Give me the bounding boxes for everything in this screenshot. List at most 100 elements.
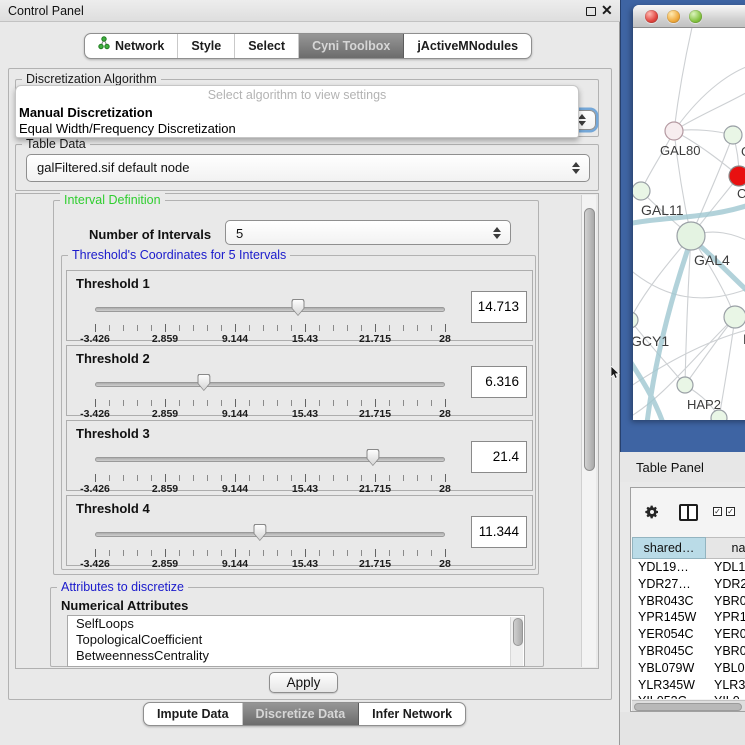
close-traffic-light-icon[interactable] [645,10,658,23]
column-header-name[interactable]: na [706,537,745,559]
major-tick [375,474,376,482]
network-icon [98,34,110,58]
node-label-gal11: GAL11 [641,202,684,218]
network-window-titlebar[interactable] [633,5,745,28]
attributes-list[interactable]: SelfLoops TopologicalCoefficient Between… [67,615,525,667]
tab-cyni-toolbox[interactable]: Cyni Toolbox [299,34,404,58]
table-row[interactable]: YDR27… YDR2 [632,576,745,593]
table-row[interactable]: YBL079W YBL0 [632,660,745,677]
slider-track[interactable] [95,307,445,312]
table-panel: ✓ ✓ shared… na YDL19… YDL1 YDR27… YDR2 Y… [630,487,745,712]
tab-infer-network[interactable]: Infer Network [359,703,465,725]
threshold-label: Threshold 4 [76,501,150,516]
table-row[interactable]: YBR043C YBR0 [632,593,745,610]
panel-scrollbar[interactable] [581,195,596,667]
dropdown-option-manual[interactable]: Manual Discretization [19,105,153,120]
major-tick [165,474,166,482]
slider-track[interactable] [95,457,445,462]
network-window: GAL80 GA C GAL11 GAL4 H GCY1 HAP2 [633,5,745,420]
table-body[interactable]: YDL19… YDL1 YDR27… YDR2 YBR043C YBR0 YPR… [632,559,745,699]
checkbox-icon[interactable]: ✓ [726,507,735,516]
axis-label: 9.144 [222,558,248,570]
tab-impute-data[interactable]: Impute Data [144,703,243,725]
threshold-slider[interactable]: -3.4262.8599.14415.4321.71528 [95,447,445,492]
table-data-combobox[interactable]: galFiltered.sif default node [26,154,590,182]
scrollbar-thumb[interactable] [634,703,742,711]
threshold-slider[interactable]: -3.4262.8599.14415.4321.71528 [95,297,445,342]
table-row[interactable]: YIL052C YIL0 [632,693,745,699]
close-icon[interactable]: ✕ [601,2,613,19]
major-tick [95,324,96,332]
network-canvas[interactable]: GAL80 GA C GAL11 GAL4 H GCY1 HAP2 [633,28,745,420]
panel-title: Control Panel [8,4,84,18]
threshold-value-field[interactable]: 6.316 [471,366,527,398]
apply-button[interactable]: Apply [269,672,338,693]
tab-label: Infer Network [372,703,452,725]
tab-style[interactable]: Style [178,34,235,58]
axis-label: 28 [439,333,451,345]
table-panel-title: Table Panel [636,460,704,475]
axis-label: 28 [439,558,451,570]
tab-label: jActiveMNodules [417,34,518,58]
table-row[interactable]: YLR345W YLR3 [632,677,745,694]
tab-jactivemnodules[interactable]: jActiveMNodules [404,34,531,58]
major-tick [95,399,96,407]
table-row[interactable]: YER054C YER0 [632,626,745,643]
threshold-slider[interactable]: -3.4262.8599.14415.4321.71528 [95,522,445,567]
algorithm-dropdown-popup: Select algorithm to view settings Manual… [15,85,579,138]
slider-ticks [95,475,446,481]
float-window-icon[interactable] [586,7,596,16]
gear-icon[interactable] [644,504,660,525]
threshold-slider[interactable]: -3.4262.8599.14415.4321.71528 [95,372,445,417]
mouse-cursor-icon [611,366,621,378]
spinner-arrows-icon [572,162,580,174]
tab-network[interactable]: Network [85,34,178,58]
major-tick [165,549,166,557]
axis-label: 2.859 [152,408,178,420]
slider-thumb[interactable] [366,449,379,466]
cyni-content-box: Discretization Algorithm Select algorith… [8,68,612,700]
checkbox-icon[interactable]: ✓ [713,507,722,516]
top-tab-bar: Network Style Select Cyni Toolbox jActiv… [84,33,532,59]
axis-label: 21.715 [359,483,391,495]
tab-label: Select [248,34,285,58]
num-intervals-combobox[interactable]: 5 [225,220,511,245]
attribute-item[interactable]: TopologicalCoefficient [68,632,524,648]
tab-select[interactable]: Select [235,34,299,58]
minimize-traffic-light-icon[interactable] [667,10,680,23]
table-data-value: galFiltered.sif default node [37,155,189,181]
column-header-shared-name[interactable]: shared… [632,537,706,559]
axis-label: 21.715 [359,408,391,420]
major-tick [235,474,236,482]
attribute-item[interactable]: SelfLoops [68,616,524,632]
major-tick [305,399,306,407]
slider-thumb[interactable] [292,299,305,316]
node-label-gal80: GAL80 [660,143,700,158]
node-gcy1 [633,312,638,328]
threshold-value-field[interactable]: 11.344 [471,516,527,548]
zoom-traffic-light-icon[interactable] [689,10,702,23]
scrollbar-thumb[interactable] [513,618,523,646]
slider-track[interactable] [95,532,445,537]
slider-thumb[interactable] [253,524,266,541]
node-label-partial-red: C [737,186,745,201]
slider-thumb[interactable] [197,374,210,391]
table-horizontal-scrollbar[interactable] [632,700,745,711]
dropdown-option-equal-width[interactable]: Equal Width/Frequency Discretization [19,121,236,136]
slider-track[interactable] [95,382,445,387]
major-tick [445,474,446,482]
threshold-label: Threshold 1 [76,276,150,291]
threshold-value-field[interactable]: 21.4 [471,441,527,473]
slider-ticks [95,550,446,556]
table-data-group: Table Data galFiltered.sif default node [15,144,599,191]
attribute-item[interactable]: BetweennessCentrality [68,648,524,664]
scrollbar-thumb[interactable] [584,208,595,471]
threshold-value-field[interactable]: 14.713 [471,291,527,323]
attributes-scrollbar[interactable] [510,617,523,666]
table-row[interactable]: YDL19… YDL1 [632,559,745,576]
table-row[interactable]: YPR145W YPR1 [632,609,745,626]
table-row[interactable]: YBR045C YBR0 [632,643,745,660]
column-view-icon[interactable] [679,504,698,521]
tab-discretize-data[interactable]: Discretize Data [243,703,360,725]
major-tick [305,324,306,332]
